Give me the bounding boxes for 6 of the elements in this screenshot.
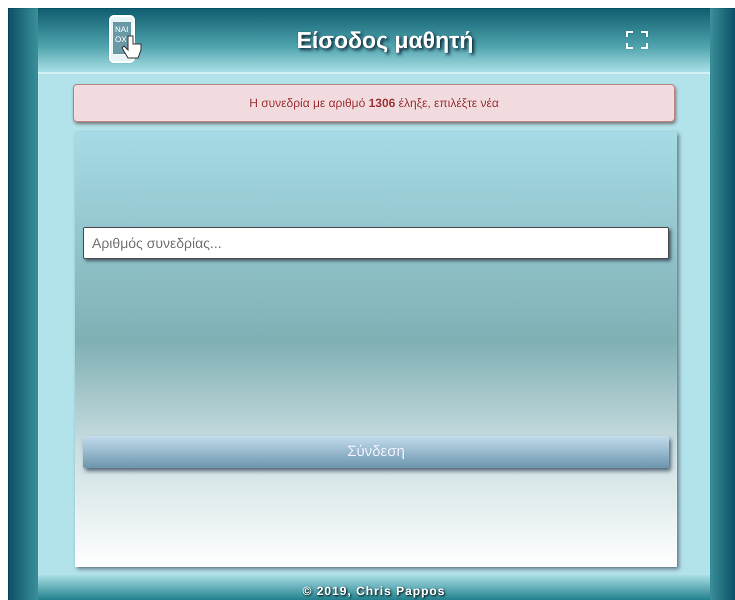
session-number-field[interactable]: Αριθμός συνεδρίας...: [83, 227, 669, 259]
fullscreen-icon[interactable]: [626, 31, 648, 49]
connect-button[interactable]: Σύνδεση: [83, 436, 669, 468]
page-title: Είσοδος μαθητή: [296, 26, 474, 55]
session-expired-alert: Η συνεδρία με αριθμό 1306 έληξε, επιλέξτε νέα: [73, 84, 675, 122]
footer-copyright: © 2019, Chris Pappos: [38, 575, 710, 600]
